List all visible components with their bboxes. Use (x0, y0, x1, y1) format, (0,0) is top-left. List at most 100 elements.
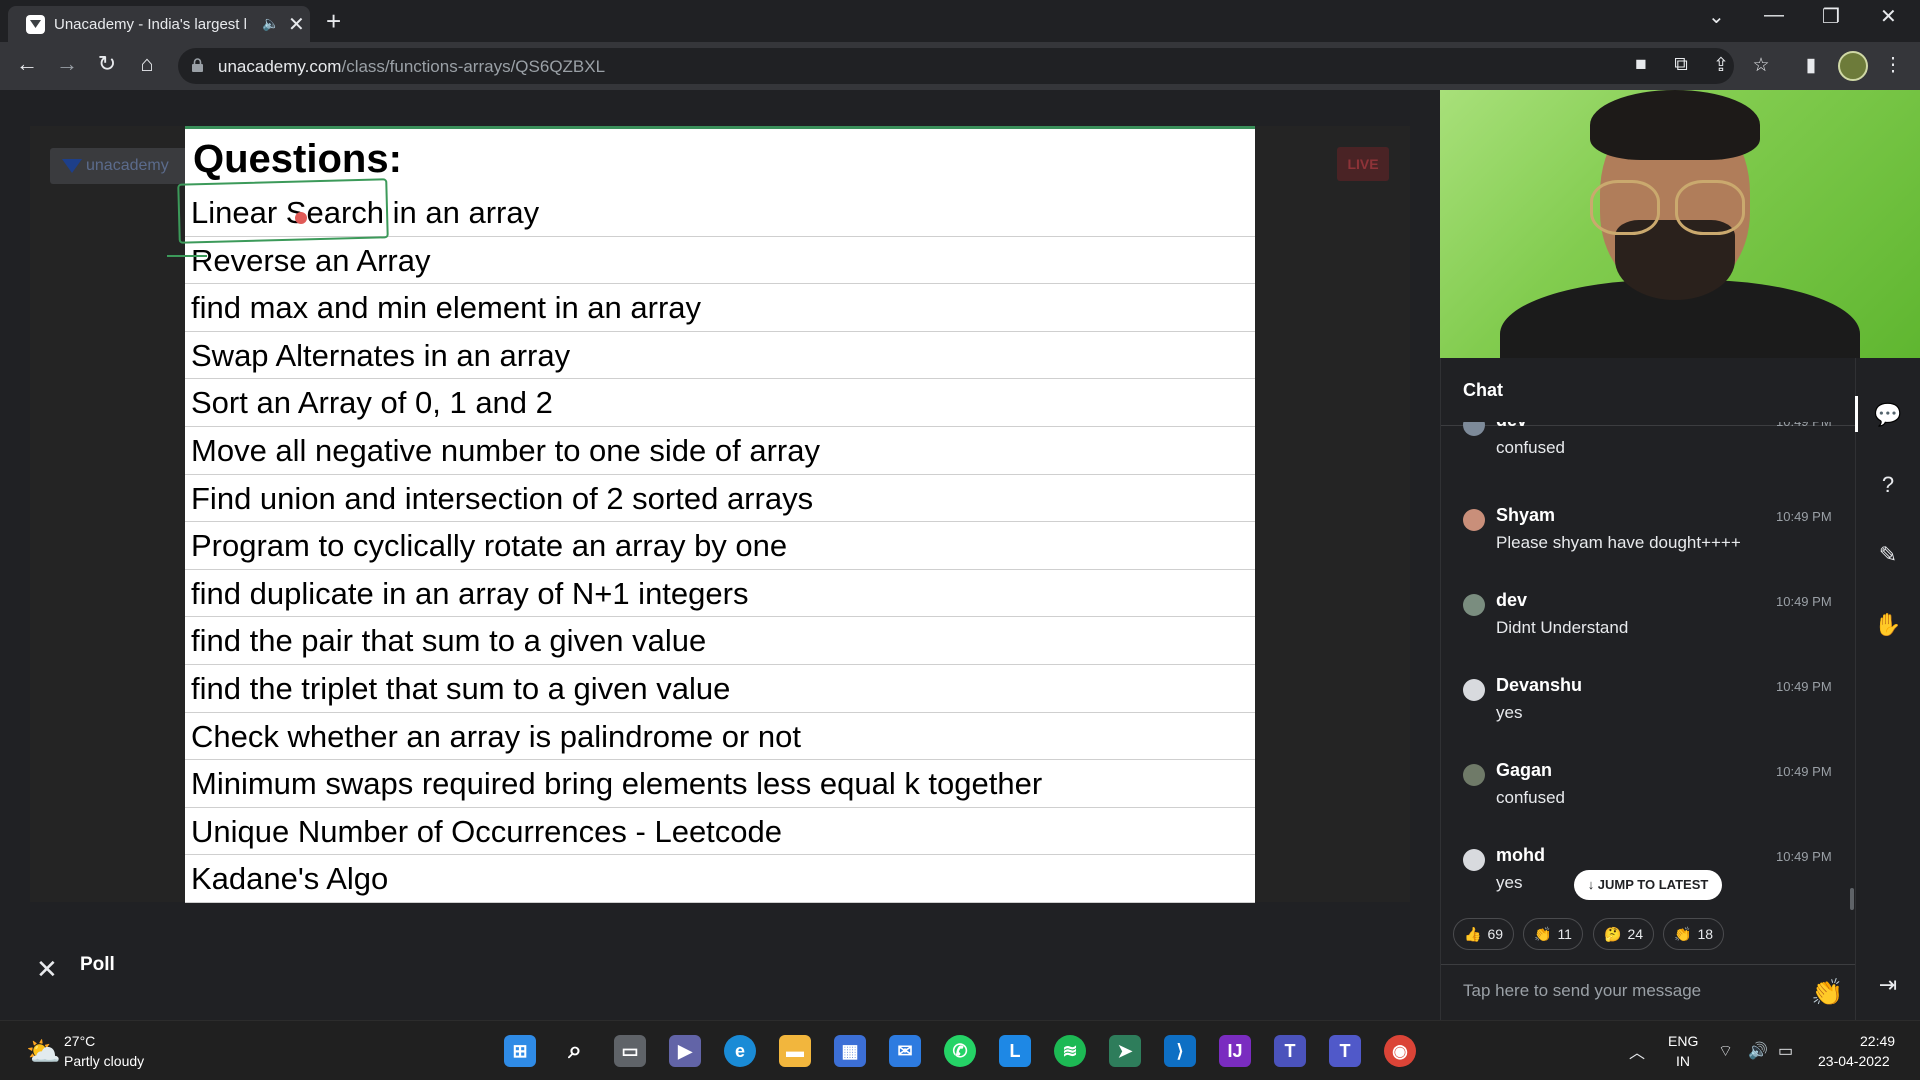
clock-date[interactable]: 23-04-2022 (1818, 1053, 1890, 1069)
live-badge: LIVE (1337, 147, 1389, 181)
exit-class-icon[interactable]: ⇥ (1873, 970, 1903, 1000)
question-row: Kadane's Algo (185, 855, 1255, 903)
windows-taskbar: ⛅ 27°C Partly cloudy ⊞ ⌕ ▭ ▶ e ▬ ▦ ✉ ✆ L… (0, 1020, 1920, 1080)
chat-message-input[interactable]: Tap here to send your message (1463, 981, 1701, 1001)
volume-icon[interactable]: 🔊 (1748, 1041, 1768, 1061)
open-external-icon[interactable]: ⧉ (1668, 54, 1694, 76)
chat-message-text: yes (1496, 703, 1523, 722)
menu-icon[interactable]: ⋮ (1880, 54, 1906, 77)
side-rail: 💬 ? ✎ ✋ ⇥ (1855, 358, 1920, 1020)
reaction-emoji-icon: 👍 (1464, 926, 1482, 942)
clock-time[interactable]: 22:49 (1860, 1033, 1895, 1049)
file-explorer-icon[interactable]: ▬ (779, 1035, 811, 1067)
user-avatar (1463, 679, 1485, 701)
slide-title: Questions: (193, 137, 402, 181)
restore-button[interactable]: ❐ (1822, 4, 1840, 29)
tab-search-icon[interactable]: ⌄ (1708, 4, 1725, 29)
poll-label[interactable]: Poll (80, 954, 115, 976)
reaction-chip[interactable]: 👏 18 (1663, 918, 1725, 950)
dev-tool-icon[interactable]: ➤ (1109, 1035, 1141, 1067)
partly-cloudy-icon[interactable]: ⛅ (26, 1035, 61, 1068)
chat-app-icon[interactable]: ▶ (669, 1035, 701, 1067)
question-row: Check whether an array is palindrome or … (185, 713, 1255, 761)
edge-browser-icon[interactable]: e (724, 1035, 756, 1067)
question-row: find the pair that sum to a given value (185, 617, 1255, 665)
chat-message: dev 10:49 PM Didnt Understand (1441, 590, 1841, 670)
bookmark-star-icon[interactable]: ☆ (1748, 54, 1774, 77)
side-panel-icon[interactable]: ▮ (1798, 54, 1824, 77)
question-row: Find union and intersection of 2 sorted … (185, 475, 1255, 523)
chat-scrollbar[interactable] (1850, 888, 1854, 910)
spotify-icon[interactable]: ≋ (1054, 1035, 1086, 1067)
chat-timestamp: 10:49 PM (1776, 594, 1832, 609)
reaction-chip[interactable]: 👍 69 (1453, 918, 1515, 950)
tab-close-icon[interactable]: ✕ (288, 12, 305, 37)
chat-header: Chat (1441, 358, 1856, 426)
url-path: /class/functions-arrays/QS6QZBXL (341, 57, 606, 76)
language-primary[interactable]: ENG (1668, 1033, 1698, 1049)
educator-hair (1590, 90, 1760, 160)
close-window-button[interactable]: ✕ (1880, 4, 1897, 29)
audio-playing-icon[interactable]: 🔈 (262, 15, 279, 32)
battery-icon[interactable]: ▭ (1778, 1041, 1793, 1061)
chat-panel: Chat dev 10:49 PM confused Shyam 10:49 PM Ple… (1440, 358, 1856, 1020)
chat-message-text: yes (1496, 873, 1523, 892)
task-view-icon[interactable]: ▭ (614, 1035, 646, 1067)
teams-work-icon[interactable]: T (1329, 1035, 1361, 1067)
unacademy-favicon-icon (26, 15, 45, 34)
user-avatar (1463, 594, 1485, 616)
chat-message-text: Didnt Understand (1496, 618, 1629, 637)
whatsapp-icon[interactable]: ✆ (944, 1035, 976, 1067)
browser-tab[interactable]: Unacademy - India's largest l 🔈 ✕ (8, 6, 310, 42)
chat-timestamp: 10:49 PM (1776, 509, 1832, 524)
notes-icon[interactable]: ✎ (1873, 540, 1903, 570)
weather-temperature[interactable]: 27°C (64, 1033, 95, 1049)
forward-button[interactable]: → (52, 51, 82, 77)
chat-compose: Tap here to send your message 👏 (1441, 964, 1856, 1020)
chat-message-text: confused (1496, 438, 1565, 457)
new-tab-button[interactable]: + (326, 6, 341, 37)
jump-to-latest-button[interactable]: ↓ JUMP TO LATEST (1574, 870, 1722, 900)
intellij-icon[interactable]: IJ (1219, 1035, 1251, 1067)
show-hidden-icons-icon[interactable]: ︿ (1629, 1039, 1645, 1063)
start-button-icon[interactable]: ⊞ (504, 1035, 536, 1067)
presentation-slide: Questions: Linear Search in an array Reve… (167, 126, 1255, 903)
weather-condition[interactable]: Partly cloudy (64, 1053, 144, 1069)
language-secondary[interactable]: IN (1676, 1053, 1690, 1069)
chat-timestamp: 10:49 PM (1776, 764, 1832, 779)
address-bar[interactable]: unacademy.com/class/functions-arrays/QS6… (178, 48, 1770, 84)
reload-button[interactable]: ↻ (92, 51, 122, 77)
l-app-icon[interactable]: L (999, 1035, 1031, 1067)
chat-sender-name: Gagan (1496, 760, 1553, 780)
home-button[interactable]: ⌂ (132, 51, 162, 77)
reaction-chip[interactable]: 🤔 24 (1593, 918, 1655, 950)
teams-icon[interactable]: T (1274, 1035, 1306, 1067)
question-row: Unique Number of Occurrences - Leetcode (185, 808, 1255, 856)
vscode-icon[interactable]: ⟩ (1164, 1035, 1196, 1067)
mail-icon[interactable]: ✉ (889, 1035, 921, 1067)
raise-hand-icon[interactable]: ✋ (1873, 610, 1903, 640)
chat-rail-icon[interactable]: 💬 (1873, 400, 1903, 430)
tab-title: Unacademy - India's largest l (54, 16, 247, 33)
chrome-icon[interactable]: ◉ (1384, 1035, 1416, 1067)
search-icon[interactable]: ⌕ (559, 1035, 591, 1067)
share-icon[interactable]: ⇪ (1708, 54, 1734, 77)
glasses-left-lens (1590, 180, 1660, 235)
clap-icon[interactable]: 👏 (1811, 977, 1843, 1008)
pen-annotation-box (177, 178, 389, 244)
microsoft-store-icon[interactable]: ▦ (834, 1035, 866, 1067)
profile-avatar[interactable] (1838, 51, 1868, 81)
browser-toolbar: ← → ↻ ⌂ unacademy.com/class/functions-ar… (0, 42, 1920, 90)
chat-timestamp: 10:49 PM (1776, 849, 1832, 864)
reaction-count: 24 (1627, 926, 1644, 942)
camera-icon[interactable]: ■ (1628, 54, 1654, 76)
minimize-button[interactable]: — (1764, 4, 1784, 27)
chat-sender-name: mohd (1496, 845, 1545, 865)
poll-close-icon[interactable]: ✕ (36, 954, 58, 985)
wifi-icon[interactable]: ⌔ (1718, 1041, 1733, 1061)
doubt-question-icon[interactable]: ? (1873, 470, 1903, 500)
chat-message-text: confused (1496, 788, 1565, 807)
back-button[interactable]: ← (12, 51, 42, 77)
reaction-chip[interactable]: 👏 11 (1523, 918, 1583, 950)
chat-message: dev 10:49 PM confused (1441, 422, 1841, 490)
